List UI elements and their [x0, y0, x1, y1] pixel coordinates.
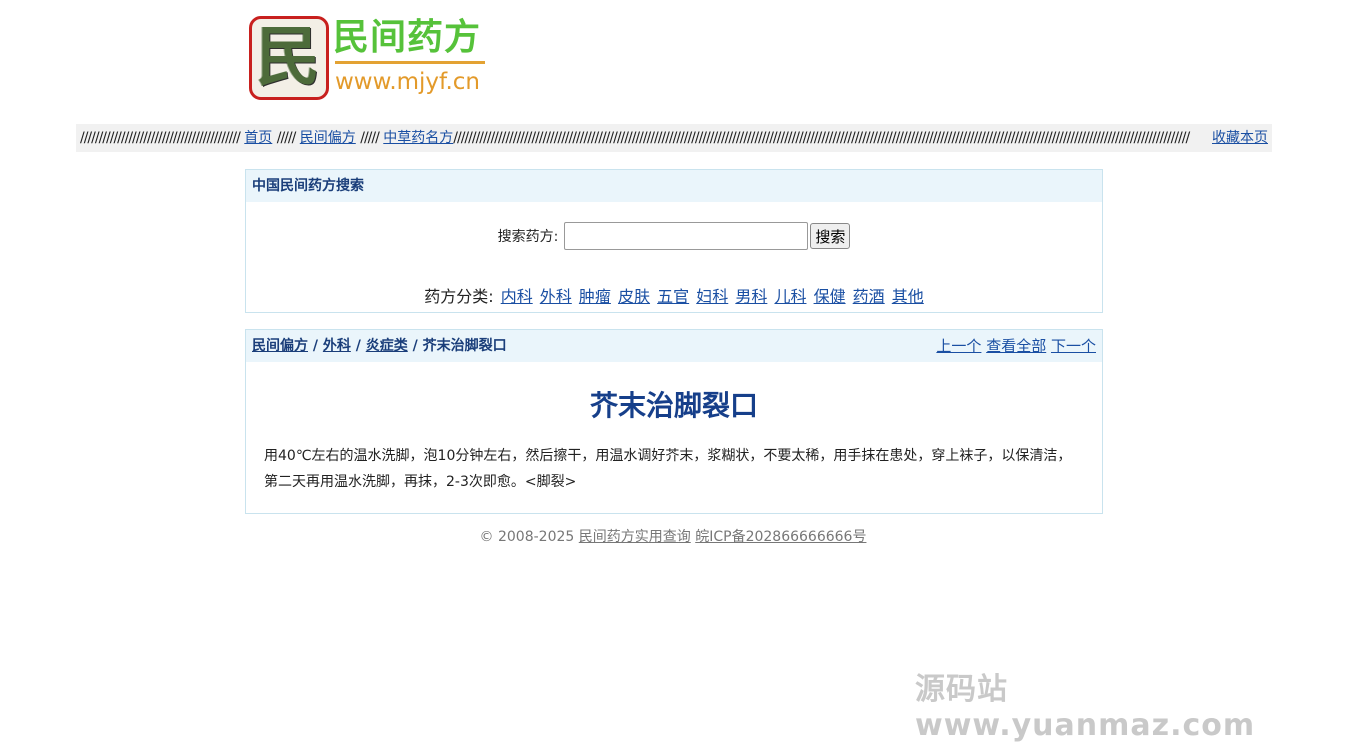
site-logo[interactable]: 民 民间药方 www.mjyf.cn — [249, 14, 489, 102]
category-link-surgery[interactable]: 外科 — [540, 287, 572, 306]
breadcrumb-folk-remedy[interactable]: 民间偏方 — [252, 338, 308, 354]
search-input[interactable] — [564, 222, 809, 250]
logo-name: 民间药方 — [333, 17, 482, 58]
logo-char: 民 — [256, 20, 320, 95]
nav-herbal-link[interactable]: 中草药名方 — [383, 130, 453, 146]
nav-home-link[interactable]: 首页 — [244, 130, 272, 146]
breadcrumb-surgery[interactable]: 外科 — [323, 338, 351, 354]
nav-separator: ////////////////////////////////////////… — [80, 130, 241, 146]
category-row: 药方分类: 内科 外科 肿瘤 皮肤 五官 妇科 男科 儿科 保健 药酒 其他 — [246, 283, 1102, 307]
logo-badge: 民 — [249, 16, 329, 100]
footer-copyright: © 2008-2025 — [479, 529, 575, 545]
category-link-tumor[interactable]: 肿瘤 — [579, 287, 611, 306]
search-panel-header: 中国民间药方搜索 — [246, 170, 1102, 202]
category-label: 药方分类: — [424, 287, 494, 306]
search-button[interactable]: 搜索 — [810, 223, 851, 249]
nav-separator: ///// — [276, 130, 297, 146]
category-link-andrology[interactable]: 男科 — [735, 287, 767, 306]
nav-separator: ////////////////////////////////////////… — [453, 130, 1190, 146]
logo-underline — [335, 61, 485, 64]
view-all-link[interactable]: 查看全部 — [986, 337, 1046, 355]
article-body: 用40℃左右的温水洗脚，泡10分钟左右，然后擦干，用温水调好芥末，浆糊状，不要太… — [264, 448, 1072, 490]
breadcrumb-separator: / — [312, 338, 318, 354]
nav-right: 收藏本页 — [1212, 124, 1268, 152]
footer-icp-link[interactable]: 皖ICP备202866666666号 — [695, 529, 866, 545]
footer-site-link[interactable]: 民间药方实用查询 — [579, 529, 691, 545]
nav-bar: ////////////////////////////////////////… — [76, 124, 1272, 152]
article-panel-header: 民间偏方 / 外科 / 炎症类 / 芥末治脚裂口 上一个 查看全部 下一个 — [246, 330, 1102, 362]
search-row: 搜索药方: 搜索 — [246, 222, 1102, 250]
category-link-gynecology[interactable]: 妇科 — [696, 287, 728, 306]
category-link-skin[interactable]: 皮肤 — [618, 287, 650, 306]
category-link-healthcare[interactable]: 保健 — [814, 287, 846, 306]
breadcrumb-current: 芥末治脚裂口 — [422, 338, 507, 354]
breadcrumb-inflammation[interactable]: 炎症类 — [366, 338, 408, 354]
breadcrumb: 民间偏方 / 外科 / 炎症类 / 芥末治脚裂口 — [252, 330, 507, 362]
prev-link[interactable]: 上一个 — [936, 337, 981, 355]
breadcrumb-separator: / — [412, 338, 418, 354]
breadcrumb-separator: / — [355, 338, 361, 354]
nav-separator: ///// — [360, 130, 380, 146]
logo-url: www.mjyf.cn — [335, 69, 480, 95]
bookmark-link[interactable]: 收藏本页 — [1212, 130, 1268, 146]
article-title: 芥末治脚裂口 — [589, 389, 758, 422]
category-link-ent[interactable]: 五官 — [657, 287, 689, 306]
article-panel: 民间偏方 / 外科 / 炎症类 / 芥末治脚裂口 上一个 查看全部 下一个 芥末… — [245, 329, 1103, 514]
pager: 上一个 查看全部 下一个 — [936, 330, 1096, 362]
category-link-medicinal-wine[interactable]: 药酒 — [853, 287, 885, 306]
category-link-other[interactable]: 其他 — [892, 287, 924, 306]
category-link-pediatrics[interactable]: 儿科 — [774, 287, 806, 306]
nav-links: ////////////////////////////////////////… — [80, 124, 1190, 152]
category-link-internal[interactable]: 内科 — [501, 287, 533, 306]
watermark: 源码站www.yuanmaz.com — [915, 672, 1256, 743]
search-panel: 中国民间药方搜索 搜索药方: 搜索 药方分类: 内科 外科 肿瘤 皮肤 五官 妇科… — [245, 169, 1103, 313]
nav-folk-remedy-link[interactable]: 民间偏方 — [300, 130, 356, 146]
search-label: 搜索药方: — [497, 229, 559, 245]
footer: © 2008-2025 民间药方实用查询 皖ICP备202866666666号 — [245, 526, 1101, 546]
next-link[interactable]: 下一个 — [1051, 337, 1096, 355]
